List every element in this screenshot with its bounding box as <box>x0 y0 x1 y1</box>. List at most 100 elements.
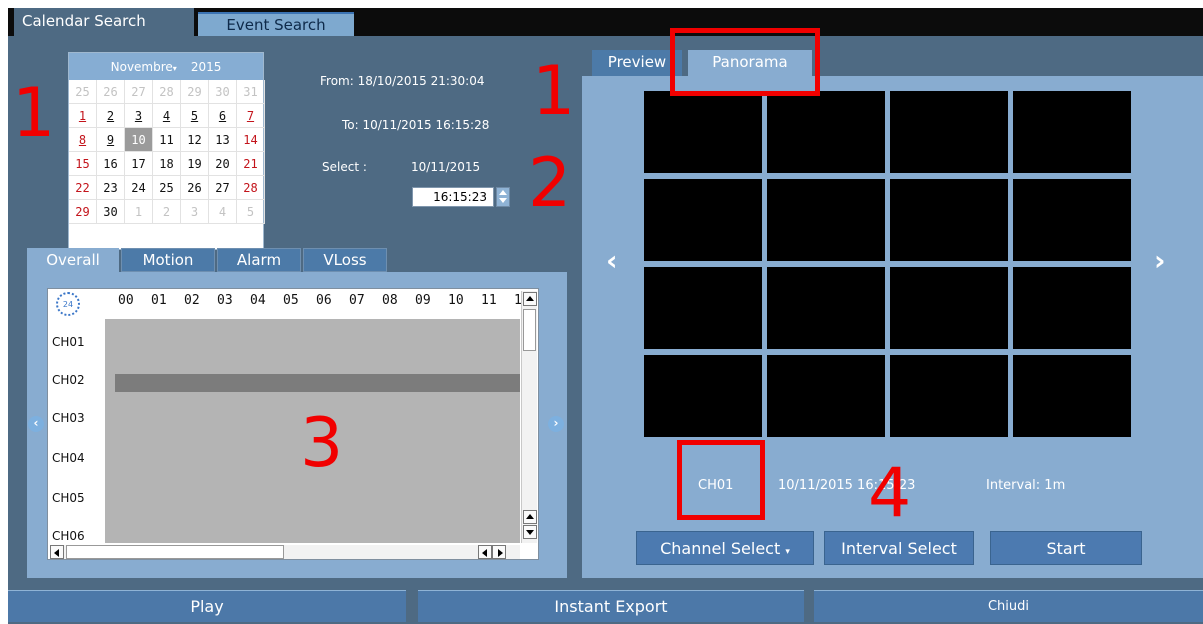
calendar-day[interactable]: 11 <box>153 128 181 152</box>
calendar-day[interactable]: 22 <box>69 176 97 200</box>
time-spinner[interactable] <box>496 187 510 207</box>
tab-calendar-search[interactable]: Calendar Search <box>14 8 194 36</box>
panorama-thumbnail[interactable] <box>1013 91 1131 173</box>
calendar-day[interactable]: 8 <box>69 128 97 152</box>
instant-export-button[interactable]: Instant Export <box>418 590 804 622</box>
channel-select-label: Channel Select <box>660 539 781 558</box>
tab-overall[interactable]: Overall <box>27 248 119 274</box>
calendar-day[interactable]: 18 <box>153 152 181 176</box>
start-button[interactable]: Start <box>990 531 1142 565</box>
hour-label: 02 <box>184 293 200 308</box>
panorama-thumbnail[interactable] <box>767 267 885 349</box>
tab-motion[interactable]: Motion <box>121 248 215 272</box>
channel-label-ch01: CH01 <box>52 335 85 349</box>
chevron-left-icon[interactable]: ‹ <box>606 244 618 277</box>
calendar-day: 28 <box>153 80 181 104</box>
panorama-thumbnail[interactable] <box>1013 179 1131 261</box>
panorama-thumbnail[interactable] <box>644 267 762 349</box>
calendar-day[interactable]: 13 <box>209 128 237 152</box>
time-input[interactable]: 16:15:23 <box>412 187 494 207</box>
panorama-thumbnail[interactable] <box>890 355 1008 437</box>
hour-label: 08 <box>382 293 398 308</box>
calendar-day[interactable]: 30 <box>97 200 125 224</box>
scroll-left-icon[interactable] <box>50 545 64 559</box>
calendar-day[interactable]: 7 <box>237 104 265 128</box>
horizontal-scrollbar[interactable] <box>50 545 520 559</box>
calendar-day[interactable]: 5 <box>181 104 209 128</box>
calendar-day[interactable]: 14 <box>237 128 265 152</box>
hour-label: 03 <box>217 293 233 308</box>
hour-label: 11 <box>481 293 497 308</box>
tab-vloss[interactable]: VLoss <box>303 248 387 272</box>
channel-select-button[interactable]: Channel Select ▾ <box>636 531 814 565</box>
hour-header: 00010203040506070809101112 <box>118 293 547 308</box>
playback-interval: Interval: 1m <box>986 478 1066 493</box>
vertical-scroll-thumb[interactable] <box>523 309 536 351</box>
panorama-thumbnail[interactable] <box>644 179 762 261</box>
annotation-number-2: 2 <box>528 144 572 223</box>
tab-alarm[interactable]: Alarm <box>217 248 301 272</box>
calendar-day[interactable]: 23 <box>97 176 125 200</box>
panorama-thumbnail[interactable] <box>767 179 885 261</box>
timeline-next-icon[interactable]: › <box>548 416 564 432</box>
calendar-day[interactable]: 25 <box>153 176 181 200</box>
tab-event-search[interactable]: Event Search <box>198 12 354 36</box>
panorama-thumbnail[interactable] <box>890 91 1008 173</box>
scroll-up-icon[interactable] <box>523 292 537 306</box>
panorama-thumbnail[interactable] <box>644 91 762 173</box>
panorama-thumbnail[interactable] <box>644 355 762 437</box>
calendar-day[interactable]: 24 <box>125 176 153 200</box>
panorama-thumbnail[interactable] <box>1013 267 1131 349</box>
calendar-day[interactable]: 21 <box>237 152 265 176</box>
channel-label-ch05: CH05 <box>52 491 85 505</box>
panorama-thumbnail[interactable] <box>767 355 885 437</box>
scroll-right-icon[interactable] <box>492 545 506 559</box>
timeline-prev-icon[interactable]: ‹ <box>28 416 44 432</box>
calendar-day[interactable]: 15 <box>69 152 97 176</box>
horizontal-scroll-thumb[interactable] <box>66 545 284 559</box>
calendar-day[interactable]: 27 <box>209 176 237 200</box>
vertical-scrollbar[interactable] <box>521 291 537 543</box>
calendar-day[interactable]: 4 <box>153 104 181 128</box>
panorama-thumbnail[interactable] <box>767 91 885 173</box>
play-button[interactable]: Play <box>8 590 406 622</box>
calendar-day[interactable]: 28 <box>237 176 265 200</box>
24h-mode-icon[interactable]: 24 <box>56 292 80 316</box>
annotation-number-1b: 1 <box>532 52 576 131</box>
scroll-down-icon[interactable] <box>523 525 537 539</box>
calendar-day[interactable]: 19 <box>181 152 209 176</box>
year-label[interactable]: 2015 <box>191 60 222 74</box>
panorama-thumbnail[interactable] <box>890 267 1008 349</box>
spin-down-icon[interactable] <box>499 198 507 203</box>
calendar-day: 31 <box>237 80 265 104</box>
spin-up-icon[interactable] <box>499 190 507 195</box>
panorama-thumbnail[interactable] <box>1013 355 1131 437</box>
calendar-day[interactable]: 16 <box>97 152 125 176</box>
calendar-widget: Novembre▾ 2015 25 26 27 28 29 30 31 1 2 3 4 5 6 7 8 9 10… <box>68 52 265 250</box>
calendar-day[interactable]: 20 <box>209 152 237 176</box>
calendar-day[interactable]: 26 <box>181 176 209 200</box>
hour-label: 04 <box>250 293 266 308</box>
app-window: Calendar Search Event Search Novembre▾ 2… <box>8 8 1203 624</box>
hour-label: 00 <box>118 293 134 308</box>
calendar-day[interactable]: 6 <box>209 104 237 128</box>
interval-select-button[interactable]: Interval Select <box>824 531 974 565</box>
close-button[interactable]: Chiudi <box>814 590 1203 622</box>
scroll-left-icon[interactable] <box>478 545 492 559</box>
panorama-thumbnail[interactable] <box>890 179 1008 261</box>
ch02-recording-bar[interactable] <box>115 374 520 392</box>
calendar-day[interactable]: 2 <box>97 104 125 128</box>
chevron-right-icon[interactable]: › <box>1154 244 1166 277</box>
month-select[interactable]: Novembre▾ <box>111 60 177 74</box>
annotation-number-1: 1 <box>12 74 56 153</box>
calendar-day[interactable]: 1 <box>69 104 97 128</box>
calendar-day: 25 <box>69 80 97 104</box>
calendar-day[interactable]: 9 <box>97 128 125 152</box>
tab-preview[interactable]: Preview <box>592 50 682 76</box>
calendar-day[interactable]: 29 <box>69 200 97 224</box>
scroll-up-icon[interactable] <box>523 510 537 524</box>
calendar-day[interactable]: 12 <box>181 128 209 152</box>
calendar-day[interactable]: 10 <box>125 128 153 152</box>
calendar-day[interactable]: 3 <box>125 104 153 128</box>
calendar-day[interactable]: 17 <box>125 152 153 176</box>
